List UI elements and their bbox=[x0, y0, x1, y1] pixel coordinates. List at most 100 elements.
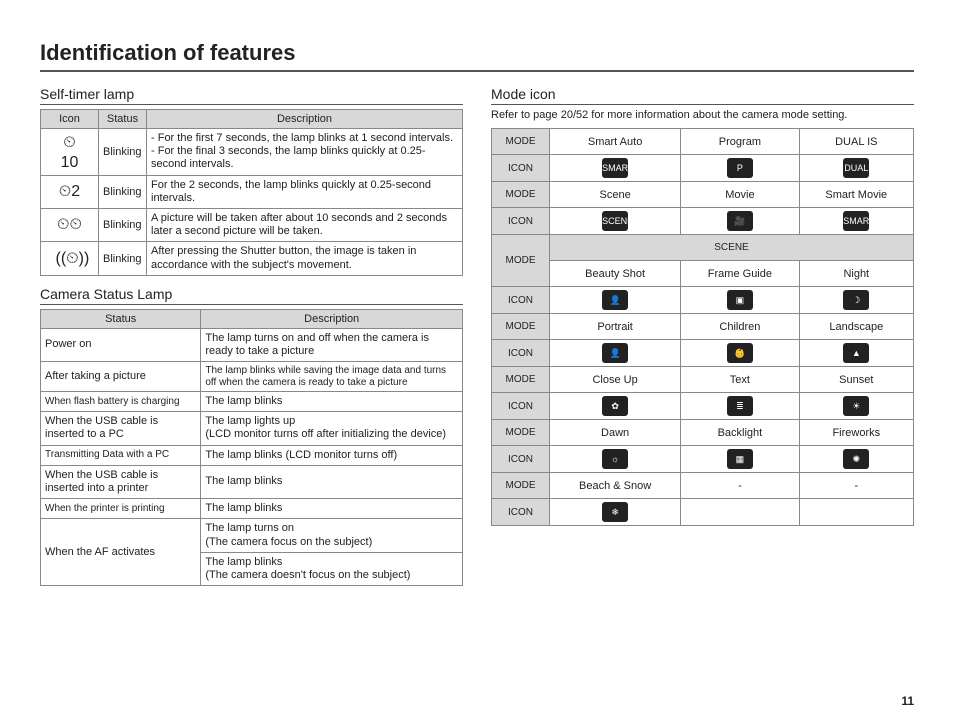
desc-cell: The lamp blinks bbox=[201, 392, 463, 412]
table-row: When the USB cable is inserted into a pr… bbox=[41, 465, 463, 498]
empty-cell bbox=[681, 499, 799, 526]
scene-label: SCENE bbox=[550, 235, 914, 261]
page-title: Identification of features bbox=[40, 40, 914, 72]
timer-icon: ⏲2 bbox=[56, 182, 84, 202]
th-status: Status bbox=[41, 309, 201, 328]
night-icon: ☽ bbox=[843, 290, 869, 310]
table-row: MODE Portrait Children Landscape bbox=[492, 314, 914, 340]
mode-name: Program bbox=[681, 129, 799, 155]
mode-name: Beauty Shot bbox=[550, 261, 681, 287]
desc-cell: The lamp blinks (The camera doesn't focu… bbox=[201, 552, 463, 585]
table-row: MODE Beach & Snow - - bbox=[492, 473, 914, 499]
th-description: Description bbox=[201, 309, 463, 328]
table-row: ICON ☼ ▦ ✺ bbox=[492, 446, 914, 473]
fireworks-icon: ✺ bbox=[843, 449, 869, 469]
desc-cell: - For the first 7 seconds, the lamp blin… bbox=[147, 129, 463, 176]
table-row: ⏲2 Blinking For the 2 seconds, the lamp … bbox=[41, 175, 463, 208]
table-row: ⏲⏲ Blinking A picture will be taken afte… bbox=[41, 208, 463, 241]
mode-label: MODE bbox=[492, 129, 550, 155]
sunset-icon: ☀ bbox=[843, 396, 869, 416]
desc-cell: A picture will be taken after about 10 s… bbox=[147, 208, 463, 241]
icon-label: ICON bbox=[492, 340, 550, 367]
mode-name: Night bbox=[799, 261, 913, 287]
desc-cell: The lamp turns on and off when the camer… bbox=[201, 328, 463, 361]
beach-snow-icon: ❄ bbox=[602, 502, 628, 522]
dual-is-icon: DUAL bbox=[843, 158, 869, 178]
mode-name: Scene bbox=[550, 182, 681, 208]
mode-name: Smart Auto bbox=[550, 129, 681, 155]
table-row: MODE Close Up Text Sunset bbox=[492, 367, 914, 393]
mode-name: Backlight bbox=[681, 420, 799, 446]
scene-icon: SCENE bbox=[602, 211, 628, 231]
table-row: Transmitting Data with a PCThe lamp blin… bbox=[41, 445, 463, 465]
frame-guide-icon: ▣ bbox=[727, 290, 753, 310]
status-cell: Blinking bbox=[99, 129, 147, 176]
th-status: Status bbox=[99, 110, 147, 129]
table-row: MODE Smart Auto Program DUAL IS bbox=[492, 129, 914, 155]
table-row: When the AF activates The lamp turns on … bbox=[41, 519, 463, 552]
timer-icon: ((⏲)) bbox=[56, 249, 84, 269]
mode-name: - bbox=[799, 473, 913, 499]
empty-cell bbox=[799, 499, 913, 526]
table-row: MODE Dawn Backlight Fireworks bbox=[492, 420, 914, 446]
table-row: When the printer is printingThe lamp bli… bbox=[41, 499, 463, 519]
mode-name: Sunset bbox=[799, 367, 913, 393]
mode-name: DUAL IS bbox=[799, 129, 913, 155]
desc-cell: The lamp turns on (The camera focus on t… bbox=[201, 519, 463, 552]
status-cell: When the AF activates bbox=[41, 519, 201, 586]
table-row: ICON SCENE 🎥 SMART bbox=[492, 208, 914, 235]
self-timer-table: Icon Status Description ⏲10 Blinking - F… bbox=[40, 109, 463, 276]
mode-name: Dawn bbox=[550, 420, 681, 446]
th-icon: Icon bbox=[41, 110, 99, 129]
mode-icon-heading: Mode icon bbox=[491, 86, 914, 105]
table-row: After taking a pictureThe lamp blinks wh… bbox=[41, 362, 463, 392]
content-columns: Self-timer lamp Icon Status Description … bbox=[40, 86, 914, 596]
mode-label: MODE bbox=[492, 420, 550, 446]
program-icon: P bbox=[727, 158, 753, 178]
table-row: ICON 👤 ▣ ☽ bbox=[492, 287, 914, 314]
table-row: When the USB cable is inserted to a PCTh… bbox=[41, 412, 463, 445]
table-row: Beauty Shot Frame Guide Night bbox=[492, 261, 914, 287]
table-row: ⏲10 Blinking - For the first 7 seconds, … bbox=[41, 129, 463, 176]
table-row: MODE SCENE bbox=[492, 235, 914, 261]
mode-name: Beach & Snow bbox=[550, 473, 681, 499]
beauty-shot-icon: 👤 bbox=[602, 290, 628, 310]
status-cell: Power on bbox=[41, 328, 201, 361]
mode-name: Text bbox=[681, 367, 799, 393]
mode-label: MODE bbox=[492, 367, 550, 393]
status-cell: Transmitting Data with a PC bbox=[41, 445, 201, 465]
smart-auto-icon: SMART bbox=[602, 158, 628, 178]
mode-icon-table: MODE Smart Auto Program DUAL IS ICON SMA… bbox=[491, 128, 914, 526]
close-up-icon: ✿ bbox=[602, 396, 628, 416]
status-cell: When the USB cable is inserted into a pr… bbox=[41, 465, 201, 498]
icon-label: ICON bbox=[492, 208, 550, 235]
status-cell: Blinking bbox=[99, 175, 147, 208]
th-description: Description bbox=[147, 110, 463, 129]
smart-movie-icon: SMART bbox=[843, 211, 869, 231]
page-number: 11 bbox=[901, 694, 914, 708]
desc-cell: After pressing the Shutter button, the i… bbox=[147, 242, 463, 275]
dawn-icon: ☼ bbox=[602, 449, 628, 469]
mode-name: - bbox=[681, 473, 799, 499]
icon-label: ICON bbox=[492, 155, 550, 182]
table-row: MODE Scene Movie Smart Movie bbox=[492, 182, 914, 208]
table-row: When flash battery is chargingThe lamp b… bbox=[41, 392, 463, 412]
portrait-icon: 👤 bbox=[602, 343, 628, 363]
landscape-icon: ▲ bbox=[843, 343, 869, 363]
children-icon: 👶 bbox=[727, 343, 753, 363]
status-cell: After taking a picture bbox=[41, 362, 201, 392]
right-column: Mode icon Refer to page 20/52 for more i… bbox=[491, 86, 914, 596]
table-row: ((⏲)) Blinking After pressing the Shutte… bbox=[41, 242, 463, 275]
desc-cell: For the 2 seconds, the lamp blinks quick… bbox=[147, 175, 463, 208]
table-row: ICON ❄ bbox=[492, 499, 914, 526]
mode-label: MODE bbox=[492, 182, 550, 208]
mode-name: Close Up bbox=[550, 367, 681, 393]
timer-icon: ⏲10 bbox=[56, 133, 84, 153]
table-row: ICON ✿ ≣ ☀ bbox=[492, 393, 914, 420]
mode-name: Frame Guide bbox=[681, 261, 799, 287]
status-cell: When the printer is printing bbox=[41, 499, 201, 519]
mode-name: Fireworks bbox=[799, 420, 913, 446]
mode-name: Portrait bbox=[550, 314, 681, 340]
status-cell: Blinking bbox=[99, 242, 147, 275]
camera-status-table: Status Description Power onThe lamp turn… bbox=[40, 309, 463, 586]
